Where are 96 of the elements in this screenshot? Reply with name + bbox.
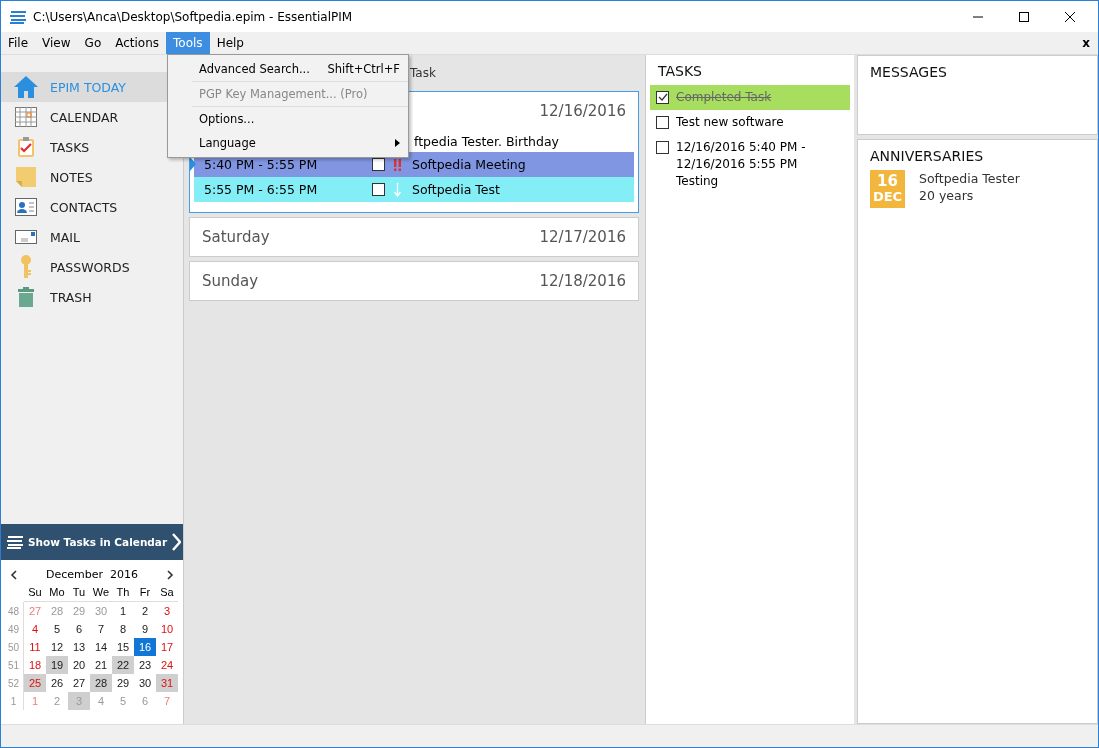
close-icon[interactable] xyxy=(1064,10,1076,23)
weekday-label: Fr xyxy=(134,583,156,602)
calendar-day[interactable]: 22 xyxy=(112,656,134,674)
menu-item[interactable]: Actions xyxy=(108,32,167,54)
calendar-day[interactable]: 14 xyxy=(90,638,112,656)
calendar-day[interactable]: 11 xyxy=(24,638,46,656)
week-number: 49 xyxy=(4,620,24,638)
menu-item[interactable]: Go xyxy=(77,32,109,54)
close-button[interactable]: x xyxy=(1082,32,1098,54)
day-date: 12/16/2016 xyxy=(539,102,626,120)
checkbox[interactable] xyxy=(372,183,385,196)
app-logo-icon xyxy=(9,9,27,24)
weekday-label: Mo xyxy=(46,583,68,602)
menu-option[interactable]: Language xyxy=(192,131,408,155)
todo-entry[interactable]: 12/16/2016 5:40 PM - 12/16/2016 5:55 PM Testing xyxy=(650,135,850,194)
maximize-icon[interactable] xyxy=(1018,10,1030,23)
weekday-label: Th xyxy=(112,583,134,602)
week-number: 51 xyxy=(4,656,24,674)
selection-marker-icon xyxy=(190,157,196,171)
calendar-day[interactable]: 23 xyxy=(134,656,156,674)
calendar-day[interactable]: 3 xyxy=(156,602,178,620)
panel-title: TASKS xyxy=(657,62,703,81)
calendar-day[interactable]: 24 xyxy=(156,656,178,674)
panel-title: MESSAGES xyxy=(869,63,948,82)
sidebar-item[interactable]: TRASH xyxy=(1,282,183,312)
weekday-label: We xyxy=(90,583,112,602)
calendar-day[interactable]: 4 xyxy=(24,620,46,638)
calendar-day[interactable]: 10 xyxy=(156,620,178,638)
week-number: 1 xyxy=(4,692,24,710)
checkbox[interactable] xyxy=(656,116,669,129)
day-name: Saturday xyxy=(202,228,270,246)
calendar-day[interactable]: 26 xyxy=(46,674,68,692)
menu-item[interactable]: File xyxy=(1,32,36,54)
week-number: 50 xyxy=(4,638,24,656)
calendar-day[interactable]: 29 xyxy=(112,674,134,692)
note-icon xyxy=(13,167,39,187)
house-icon xyxy=(13,75,39,99)
checkbox[interactable] xyxy=(656,141,669,154)
menu-item[interactable]: View xyxy=(35,32,78,54)
month-label: December 2016 xyxy=(46,568,138,581)
calendar-day[interactable]: 18 xyxy=(24,656,46,674)
toolbar-button[interactable]: Task xyxy=(410,66,436,80)
day-name: Sunday xyxy=(202,272,259,290)
checkbox[interactable] xyxy=(372,158,385,171)
contact-card-icon xyxy=(13,198,39,216)
sidebar-item[interactable]: NOTES xyxy=(1,162,183,192)
calendar-day[interactable]: 5 xyxy=(46,620,68,638)
sidebar-item[interactable]: PASSWORDS xyxy=(1,252,183,282)
calendar-day[interactable]: 27 xyxy=(68,674,90,692)
sidebar-item[interactable]: MAIL xyxy=(1,222,183,252)
menu-option[interactable]: Options... xyxy=(192,107,408,131)
calendar-icon xyxy=(13,107,39,127)
week-number: 48 xyxy=(4,602,24,620)
menu-option[interactable]: Advanced Search... Shift+Ctrl+F xyxy=(192,57,408,82)
calendar-day[interactable]: 17 xyxy=(156,638,178,656)
date-badge: 16 DEC xyxy=(870,170,905,208)
panel-title: ANNIVERSARIES xyxy=(869,147,985,166)
calendar-day[interactable]: 28 xyxy=(90,674,112,692)
day-date: 12/17/2016 xyxy=(539,228,626,246)
chevron-right-icon xyxy=(171,533,182,551)
calendar-day[interactable]: 2 xyxy=(134,602,156,620)
weekday-label: Su xyxy=(24,583,46,602)
day-date: 12/18/2016 xyxy=(539,272,626,290)
show-tasks-button[interactable]: Show Tasks in Calendar xyxy=(1,524,183,560)
event-row[interactable]: 5:55 PM - 6:55 PM Softpedia Test xyxy=(194,177,634,202)
envelope-icon xyxy=(13,230,39,244)
sidebar-item[interactable]: CALENDAR xyxy=(1,102,183,132)
event-title[interactable]: ftpedia Tester. Birthday xyxy=(414,133,559,149)
window-title: C:\Users\Anca\Desktop\Softpedia.epim - EssentialPIM xyxy=(33,9,353,24)
sidebar-item[interactable]: TASKS xyxy=(1,132,183,162)
calendar-day[interactable]: 19 xyxy=(46,656,68,674)
checkbox[interactable] xyxy=(656,91,669,104)
anniversary-name: Softpedia Tester xyxy=(919,170,1020,187)
anniversary-years: 20 years xyxy=(919,187,975,204)
calendar-day[interactable]: 30 xyxy=(134,674,156,692)
stack-icon xyxy=(6,535,24,549)
weekday-label: Sa xyxy=(156,583,178,602)
calendar-day[interactable]: 15 xyxy=(112,638,134,656)
calendar-day[interactable]: 9 xyxy=(134,620,156,638)
sidebar-item[interactable]: CONTACTS xyxy=(1,192,183,222)
calendar-day[interactable]: 20 xyxy=(68,656,90,674)
calendar-day[interactable]: 12 xyxy=(46,638,68,656)
calendar-day[interactable]: 13 xyxy=(68,638,90,656)
calendar-day[interactable]: 21 xyxy=(90,656,112,674)
calendar-day[interactable]: 16 xyxy=(134,638,156,656)
todo-entry[interactable]: Test new software xyxy=(650,110,850,135)
menu-item[interactable]: Help xyxy=(209,32,251,54)
calendar-day[interactable]: 1 xyxy=(112,602,134,620)
weekday-label: Tu xyxy=(68,583,90,602)
submenu-arrow-icon xyxy=(395,139,400,147)
previous-month-icon[interactable] xyxy=(10,569,18,580)
todo-entry[interactable]: Completed Task xyxy=(650,85,850,110)
calendar-day[interactable]: 7 xyxy=(90,620,112,638)
calendar-day[interactable]: 8 xyxy=(112,620,134,638)
next-month-icon[interactable] xyxy=(166,569,174,580)
calendar-day[interactable]: 6 xyxy=(68,620,90,638)
